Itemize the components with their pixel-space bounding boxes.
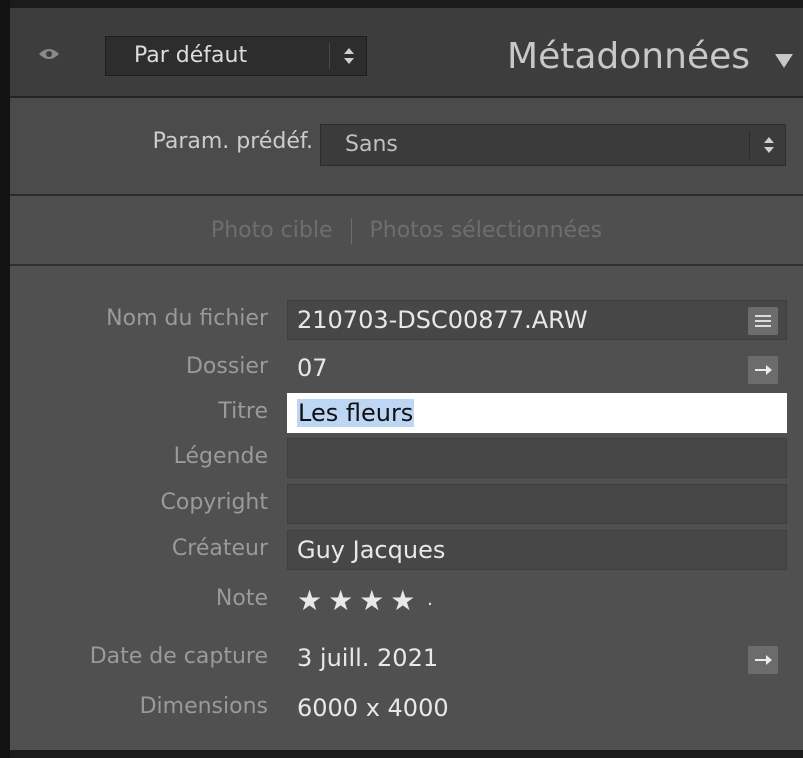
filename-value: 210703-DSC00877.ARW	[297, 306, 588, 334]
panel-header: Par défaut Métadonnées	[10, 8, 803, 98]
window-edge	[0, 0, 10, 758]
triangle-down-icon[interactable]	[773, 52, 795, 70]
capture-date-label: Date de capture	[89, 644, 268, 669]
rating-stars[interactable]: ★★★★ ·	[297, 584, 433, 617]
eye-icon[interactable]	[38, 47, 60, 61]
dimensions-value: 6000 x 4000	[297, 694, 449, 722]
arrow-right-icon[interactable]	[748, 356, 778, 384]
dimensions-label: Dimensions	[139, 694, 268, 719]
metadata-panel: Par défaut Métadonnées Param. prédéf. Sa…	[10, 8, 803, 750]
caption-row: Légende	[10, 436, 803, 482]
title-value: Les fleurs	[297, 399, 415, 427]
up-down-arrows-icon	[764, 137, 774, 153]
divider	[749, 131, 750, 159]
target-photo-toggle[interactable]: Photo cible	[211, 218, 333, 243]
target-mode-row: Photo cible Photos sélectionnées	[10, 196, 803, 266]
copyright-field[interactable]	[287, 484, 787, 524]
creator-row: Créateur Guy Jacques	[10, 528, 803, 574]
preset-label: Param. prédéf.	[152, 129, 313, 154]
panel-title: Métadonnées	[507, 36, 750, 77]
divider	[329, 43, 330, 69]
creator-value: Guy Jacques	[297, 536, 446, 564]
caption-field[interactable]	[287, 438, 787, 478]
selected-photos-toggle[interactable]: Photos sélectionnées	[370, 218, 603, 243]
preset-row: Param. prédéf. Sans	[10, 98, 803, 196]
creator-field[interactable]: Guy Jacques	[287, 530, 787, 570]
preset-select-label: Par défaut	[134, 43, 248, 68]
dimensions-row: Dimensions 6000 x 4000	[10, 686, 803, 732]
title-field[interactable]: Les fleurs	[287, 393, 787, 433]
rating-row: Note ★★★★ ·	[10, 578, 803, 624]
metadata-preset-select[interactable]: Par défaut	[105, 36, 367, 76]
up-down-arrows-icon	[344, 48, 354, 64]
creator-label: Créateur	[171, 536, 268, 561]
filename-row: Nom du fichier 210703-DSC00877.ARW	[10, 298, 803, 344]
folder-label: Dossier	[185, 354, 268, 379]
preset-dropdown[interactable]: Sans	[320, 124, 786, 166]
rating-label: Note	[215, 586, 268, 611]
copyright-row: Copyright	[10, 482, 803, 528]
copyright-label: Copyright	[160, 490, 269, 515]
title-label: Titre	[218, 399, 268, 424]
arrow-right-icon[interactable]	[748, 646, 778, 674]
title-row: Titre Les fleurs	[10, 391, 803, 437]
divider	[350, 218, 352, 244]
folder-value: 07	[297, 354, 328, 382]
capture-date-value: 3 juill. 2021	[297, 644, 439, 672]
star-rating: ★★★★	[297, 584, 422, 617]
list-icon[interactable]	[748, 307, 778, 335]
caption-label: Légende	[173, 444, 268, 469]
preset-value: Sans	[345, 132, 398, 157]
filename-label: Nom du fichier	[106, 306, 268, 331]
capture-date-row: Date de capture 3 juill. 2021	[10, 636, 803, 682]
folder-row: Dossier 07	[10, 346, 803, 392]
